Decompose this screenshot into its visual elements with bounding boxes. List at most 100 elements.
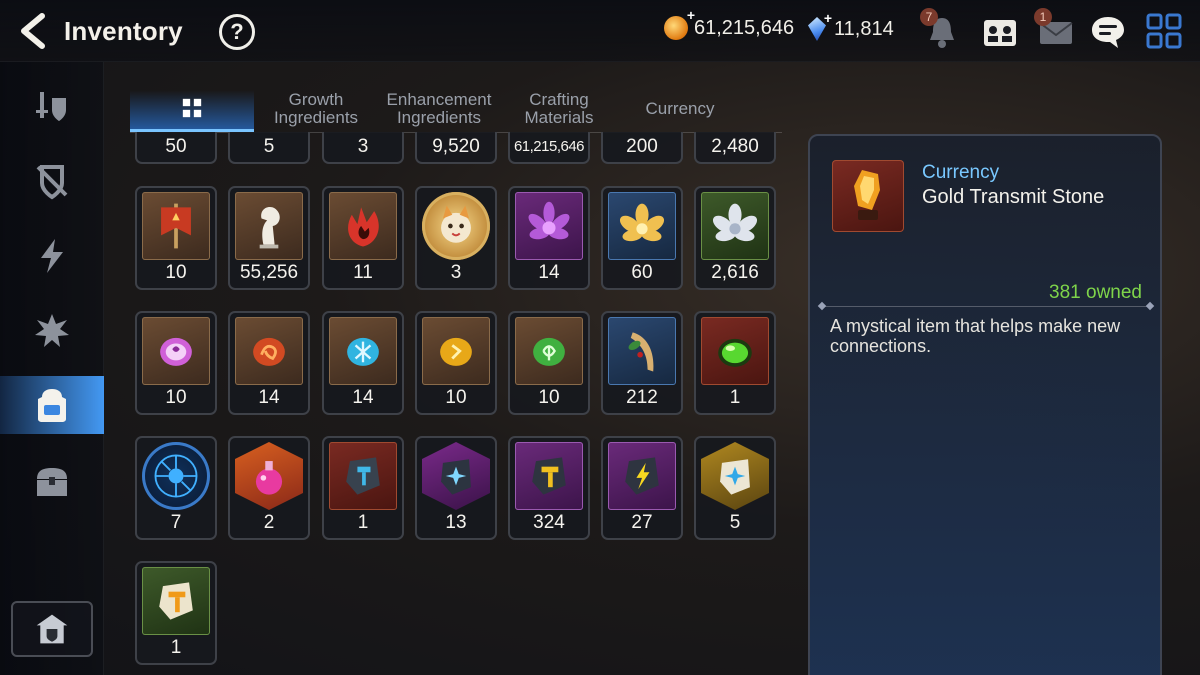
tab-currency[interactable]: Currency (620, 86, 740, 132)
gold-coin-icon: + (664, 7, 695, 40)
item-quantity: 1 (729, 387, 741, 408)
item-slot[interactable]: 7 (135, 436, 217, 540)
main-menu-button[interactable] (1144, 11, 1184, 51)
item-quantity: 14 (258, 387, 280, 408)
sidebar-item-artifacts[interactable] (0, 227, 104, 285)
crystal-amount: 11,814 (834, 17, 894, 40)
help-icon[interactable]: ? (219, 14, 255, 50)
item-slot[interactable]: 55,256 (228, 186, 310, 290)
item-slot[interactable]: 200 (601, 132, 683, 164)
mail-button[interactable]: 1 (1034, 8, 1076, 52)
notification-bell-button[interactable]: 7 (920, 8, 962, 52)
detail-description: A mystical item that helps make new conn… (830, 316, 1121, 356)
top-bar: Inventory ? + 61,215,646 + 11,814 7 1 (0, 0, 1200, 62)
green-orb-icon (701, 317, 769, 385)
sidebar-item-equipment[interactable] (0, 77, 104, 135)
item-quantity: 55,256 (239, 262, 299, 283)
item-slot[interactable]: 14 (508, 186, 590, 290)
item-slot[interactable]: 1 (694, 311, 776, 415)
blue-circuit-token-icon (142, 442, 210, 510)
item-quantity: 10 (165, 387, 187, 408)
item-slot[interactable]: 27 (601, 436, 683, 540)
item-slot[interactable]: 13 (415, 436, 497, 540)
gold-lotus-icon (608, 192, 676, 260)
purple-lotus-icon (515, 192, 583, 260)
horse-statue-icon (235, 192, 303, 260)
item-quantity: 324 (533, 512, 565, 533)
item-slot[interactable]: 3 (322, 132, 404, 164)
mail-badge: 1 (1034, 8, 1052, 26)
item-slot[interactable]: 10 (135, 186, 217, 290)
page-title: Inventory (64, 16, 183, 46)
storage-button[interactable] (11, 601, 93, 657)
item-slot[interactable]: 212 (601, 311, 683, 415)
item-slot[interactable]: 14 (322, 311, 404, 415)
item-quantity: 9,520 (432, 136, 480, 157)
item-quantity: 61,215,646 (513, 138, 585, 155)
detail-owned-count: 381 owned (1049, 282, 1142, 303)
item-slot[interactable]: 2,616 (694, 186, 776, 290)
blue-hammer-stone-icon (329, 442, 397, 510)
item-quantity: 14 (352, 387, 374, 408)
item-quantity: 2,480 (711, 136, 759, 157)
item-quantity: 5 (729, 512, 741, 533)
item-slot[interactable]: 50 (135, 132, 217, 164)
tab-enhancement-ingredients[interactable]: Enhancement Ingredients (378, 86, 500, 132)
item-quantity: 50 (165, 136, 187, 157)
chat-button[interactable] (1088, 12, 1128, 52)
friends-button[interactable] (980, 12, 1020, 52)
gold-hammer-stone-icon (515, 442, 583, 510)
white-hammer-stone-icon (142, 567, 210, 635)
silver-lotus-icon (701, 192, 769, 260)
lightning-stone-icon (608, 442, 676, 510)
sidebar-item-unequipped[interactable] (0, 152, 104, 210)
item-quantity: 10 (538, 387, 560, 408)
ginseng-root-icon (608, 317, 676, 385)
crystal-icon: + (806, 10, 832, 42)
chat-bubble-icon (1092, 17, 1124, 48)
item-slot[interactable]: 10 (135, 311, 217, 415)
item-slot[interactable]: 5 (228, 132, 310, 164)
burst-icon (35, 314, 69, 347)
white-star-stone-icon (701, 442, 769, 510)
sidebar-item-chests[interactable] (0, 452, 104, 510)
item-slot[interactable]: 14 (228, 311, 310, 415)
item-quantity: 13 (445, 512, 467, 533)
item-slot[interactable]: 2 (228, 436, 310, 540)
item-slot[interactable]: 2,480 (694, 132, 776, 164)
item-slot[interactable]: 9,520 (415, 132, 497, 164)
item-slot[interactable]: 61,215,646 (508, 132, 590, 164)
tab-crafting-materials[interactable]: Crafting Materials (508, 86, 610, 132)
item-quantity: 2 (263, 512, 275, 533)
lightning-icon (41, 239, 63, 273)
item-quantity: 3 (357, 136, 369, 157)
item-quantity: 3 (450, 262, 462, 283)
sword-shield-icon (36, 92, 66, 121)
notification-badge: 7 (920, 8, 938, 26)
item-quantity: 14 (538, 262, 560, 283)
item-quantity: 11 (353, 262, 373, 283)
item-slot[interactable]: 11 (322, 186, 404, 290)
tab-growth-ingredients[interactable]: Growth Ingredients (262, 86, 370, 132)
item-slot[interactable]: 1 (135, 561, 217, 665)
item-slot[interactable]: 1 (322, 436, 404, 540)
item-quantity: 2,616 (711, 262, 759, 283)
item-slot[interactable]: 3 (415, 186, 497, 290)
tab-all[interactable] (130, 86, 254, 132)
sidebar-item-materials[interactable] (0, 376, 104, 434)
crystal-currency[interactable]: + 11,814 (806, 10, 894, 42)
item-slot[interactable]: 10 (415, 311, 497, 415)
item-quantity: 5 (263, 136, 275, 157)
gold-currency[interactable]: + 61,215,646 (664, 7, 794, 40)
sidebar-item-special[interactable] (0, 302, 104, 360)
item-quantity: 1 (357, 512, 369, 533)
crossed-shield-icon (36, 165, 68, 200)
back-arrow-icon[interactable] (16, 12, 52, 50)
item-quantity: 10 (165, 262, 187, 283)
item-slot[interactable]: 10 (508, 311, 590, 415)
item-grid: 50 5 3 9,520 61,215,646 200 2,480 10 55,… (135, 132, 785, 675)
green-rune-icon (515, 317, 583, 385)
item-slot[interactable]: 5 (694, 436, 776, 540)
item-slot[interactable]: 324 (508, 436, 590, 540)
item-slot[interactable]: 60 (601, 186, 683, 290)
